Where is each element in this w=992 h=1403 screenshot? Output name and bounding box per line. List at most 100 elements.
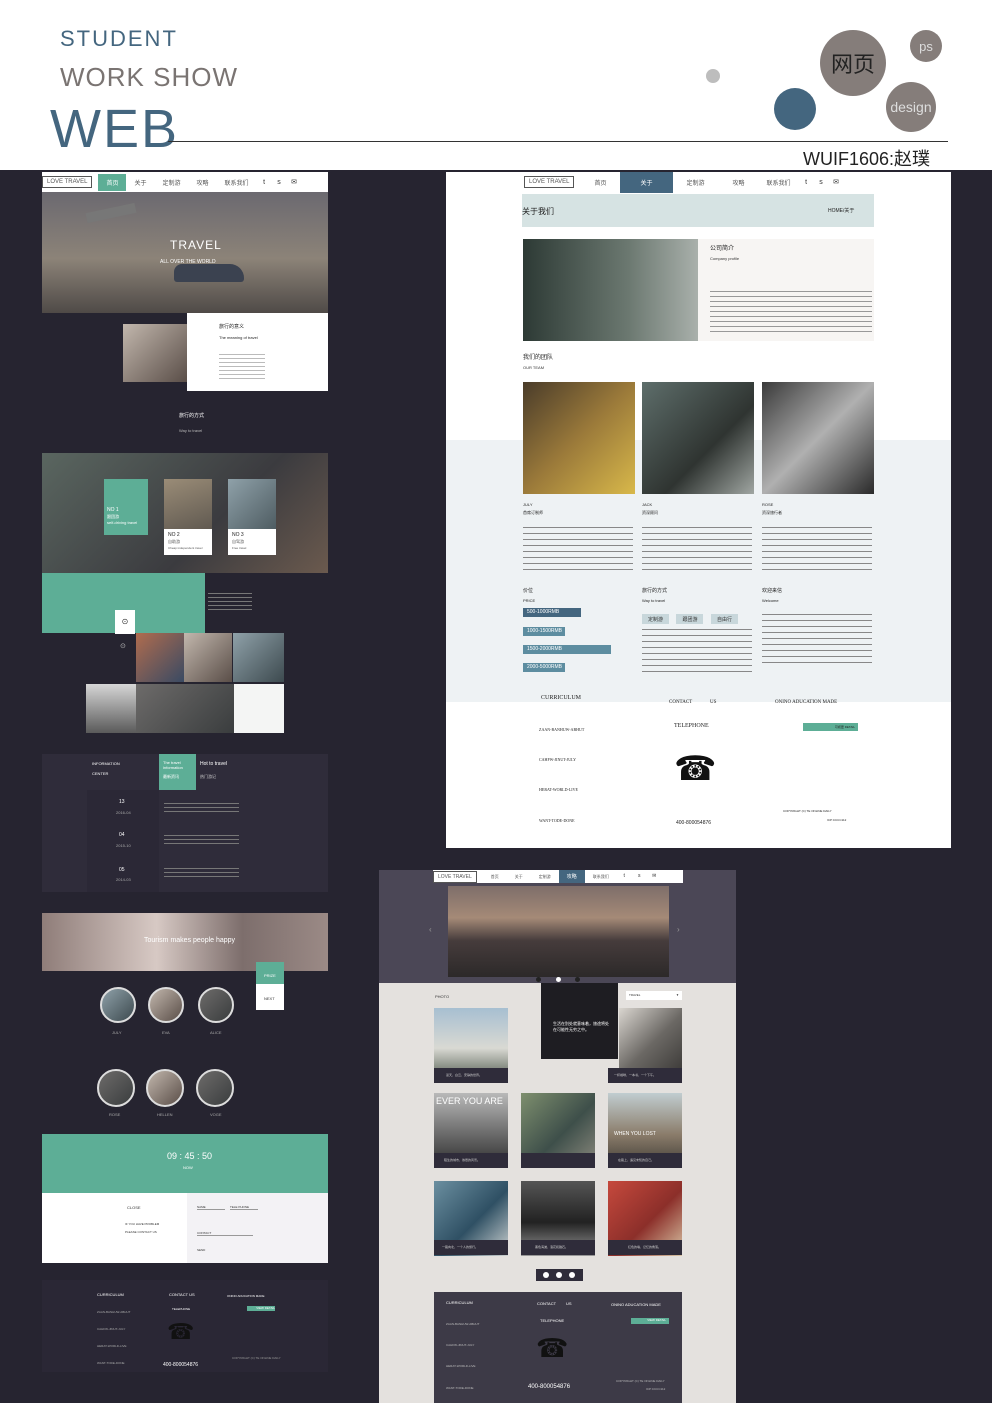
- nav-item-custom[interactable]: 定制游: [163, 178, 181, 187]
- next-box[interactable]: NEXT: [256, 984, 284, 1010]
- team-photo-jack[interactable]: [642, 382, 754, 494]
- gallery-photo-3[interactable]: [233, 633, 284, 682]
- about-footer-view-detail[interactable]: 可视更 DETAIL: [803, 723, 858, 731]
- tab-hot-travel-cn[interactable]: 热门游记: [200, 774, 216, 780]
- avatar-voge[interactable]: [196, 1069, 234, 1107]
- about-team-subtitle: OUR TEAM: [523, 365, 545, 370]
- avatar-hellen[interactable]: [146, 1069, 184, 1107]
- gallery-photo-1[interactable]: [136, 633, 184, 682]
- play-button-1[interactable]: ⊙: [115, 610, 135, 634]
- pager-dot-2[interactable]: [556, 1272, 562, 1278]
- gallery-play-icon[interactable]: ⊙: [120, 642, 126, 650]
- mail-icon[interactable]: ✉: [291, 179, 298, 186]
- guide-photo-5-text: WHEN YOU LOST: [614, 1131, 656, 1137]
- nav-item-home[interactable]: 首页: [98, 173, 127, 191]
- form-name-field[interactable]: NAME: [197, 1205, 225, 1210]
- team-photo-rose[interactable]: [762, 382, 874, 494]
- guide-select[interactable]: TRAVEL ▼: [626, 991, 682, 1000]
- team-photo-july[interactable]: [523, 382, 635, 494]
- about-footer-link-3[interactable]: HERAT-WORLD-LIVE: [539, 787, 578, 792]
- home-footer-link-3[interactable]: HERAT-WORLD-LIVE: [97, 1344, 126, 1348]
- avatar-rose[interactable]: [97, 1069, 135, 1107]
- guide-footer-link-4[interactable]: WANT-TODE-DONE: [446, 1386, 474, 1390]
- way-card-2-no: NO 2: [168, 532, 180, 538]
- guide-footer-link-2[interactable]: CAHFW-JINUT-JULY: [446, 1343, 474, 1347]
- price-option-3[interactable]: 1500-2000RMB: [523, 645, 611, 654]
- home-logo[interactable]: LOVE TRAVEL: [42, 176, 93, 188]
- about-logo[interactable]: LOVE TRAVEL: [524, 176, 575, 188]
- about-footer-link-1[interactable]: ZAAN-BANHUW-ABHUT: [539, 727, 584, 732]
- way-card-1[interactable]: NO 1 跟团游 self-driving travel: [104, 479, 148, 535]
- about-nav-contact[interactable]: 联系我们: [767, 178, 791, 187]
- carousel-prev[interactable]: ‹: [429, 925, 432, 934]
- guide-footer-view-detail[interactable]: VIEW DETAIL: [631, 1318, 669, 1324]
- tab-travel-info[interactable]: The travel information 最新资讯: [159, 754, 196, 790]
- team-role-jack: 资深顾问: [642, 510, 658, 515]
- form-tel-field[interactable]: TELE PHONE: [230, 1205, 258, 1210]
- team-name-jack: JACK: [642, 502, 653, 507]
- skype-icon[interactable]: s: [276, 179, 283, 186]
- about-nav-custom[interactable]: 定制游: [687, 178, 705, 187]
- guide-nav-guide[interactable]: 攻略: [558, 870, 585, 883]
- avatar-july[interactable]: [100, 987, 136, 1023]
- way-card-2[interactable]: NO 2 自助游 Cheap independent travel: [164, 479, 212, 555]
- about-nav-home[interactable]: 首页: [594, 178, 606, 187]
- about-footer-link-4[interactable]: WANT-TODE-DONE: [539, 818, 575, 823]
- price-option-4[interactable]: 2000-5000RMB: [523, 663, 565, 672]
- guide-nav-custom[interactable]: 定制游: [539, 874, 551, 880]
- guide-footer-link-1[interactable]: ZAAN-BANHUW-ABHUT: [446, 1322, 479, 1326]
- about-nav-guide[interactable]: 攻略: [733, 178, 745, 187]
- carousel-next[interactable]: ›: [677, 925, 680, 934]
- twitter-icon[interactable]: t: [261, 179, 268, 186]
- carousel-dot-3[interactable]: [575, 977, 580, 982]
- nav-item-contact[interactable]: 联系我们: [225, 178, 249, 187]
- twitter-icon[interactable]: t: [803, 179, 810, 186]
- way-card-3[interactable]: NO 3 自驾游 Free travel: [228, 479, 276, 555]
- about-nav-about[interactable]: 关于: [620, 171, 673, 193]
- twitter-icon[interactable]: t: [621, 873, 628, 880]
- mail-icon[interactable]: ✉: [651, 873, 658, 880]
- guide-logo[interactable]: LOVE TRAVEL: [433, 870, 477, 883]
- skype-icon[interactable]: s: [818, 179, 825, 186]
- prize-box[interactable]: PRIZE: [256, 962, 284, 984]
- home-footer-link-4[interactable]: WANT-TODE-DONE: [97, 1361, 125, 1365]
- guide-nav-contact[interactable]: 联系我们: [593, 874, 609, 880]
- pager-dot-3[interactable]: [569, 1272, 575, 1278]
- price-option-2[interactable]: 1000-1500RMB: [523, 627, 565, 636]
- skype-icon[interactable]: s: [636, 873, 643, 880]
- home-footer-link-2[interactable]: CAHFW-JINUT-JULY: [97, 1327, 125, 1331]
- gallery-photo-4[interactable]: [86, 684, 136, 733]
- guide-nav-about[interactable]: 关于: [515, 874, 523, 880]
- meaning-photo: [123, 324, 187, 382]
- welcome-title: 欢迎来信: [762, 588, 783, 594]
- gallery-photo-5[interactable]: [136, 684, 234, 733]
- gallery-photo-2[interactable]: [184, 633, 232, 682]
- form-contact-field[interactable]: CONTACT: [197, 1231, 253, 1236]
- avatar-alice[interactable]: [198, 987, 234, 1023]
- guide-select-value: TRAVEL: [629, 993, 641, 997]
- guide-footer-link-3[interactable]: HERAT-WORLD-LIVE: [446, 1364, 475, 1368]
- nav-item-about[interactable]: 关于: [134, 178, 146, 187]
- pager-dot-1[interactable]: [543, 1272, 549, 1278]
- home-footer-link-1[interactable]: ZAAN-BANHUW-ABHUT: [97, 1310, 130, 1314]
- way-card-3-en: Free travel: [232, 546, 247, 550]
- price-option-1[interactable]: 500-1000RMB: [523, 608, 581, 617]
- about-footer-icp: ICP:CCCC112: [827, 818, 847, 822]
- home-page: LOVE TRAVEL 首页 关于 定制游 攻略 联系我们 t s ✉ TRAV…: [42, 172, 328, 1403]
- hero-title: TRAVEL: [170, 238, 222, 252]
- tab-hot-travel[interactable]: Hot to travel: [200, 761, 227, 767]
- avatar-eva[interactable]: [148, 987, 184, 1023]
- carousel-dot-1[interactable]: [536, 977, 541, 982]
- news-text-3: [164, 865, 239, 879]
- home-footer-view-detail[interactable]: VIEW DETAIL: [247, 1306, 275, 1311]
- guide-nav-home[interactable]: 首页: [491, 874, 499, 880]
- mail-icon[interactable]: ✉: [833, 179, 840, 186]
- form-close[interactable]: CLOSE: [127, 1205, 141, 1210]
- chevron-down-icon: ▼: [676, 993, 679, 997]
- about-footer-link-2[interactable]: CAHFW-JINUT-JULY: [539, 757, 576, 762]
- carousel-dot-2[interactable]: [556, 977, 561, 982]
- form-send-button[interactable]: SEND: [197, 1248, 205, 1252]
- nav-item-guide[interactable]: 攻略: [197, 178, 209, 187]
- about-breadcrumb[interactable]: HOME/关于: [828, 207, 854, 214]
- guide-photo-2[interactable]: [619, 1008, 682, 1070]
